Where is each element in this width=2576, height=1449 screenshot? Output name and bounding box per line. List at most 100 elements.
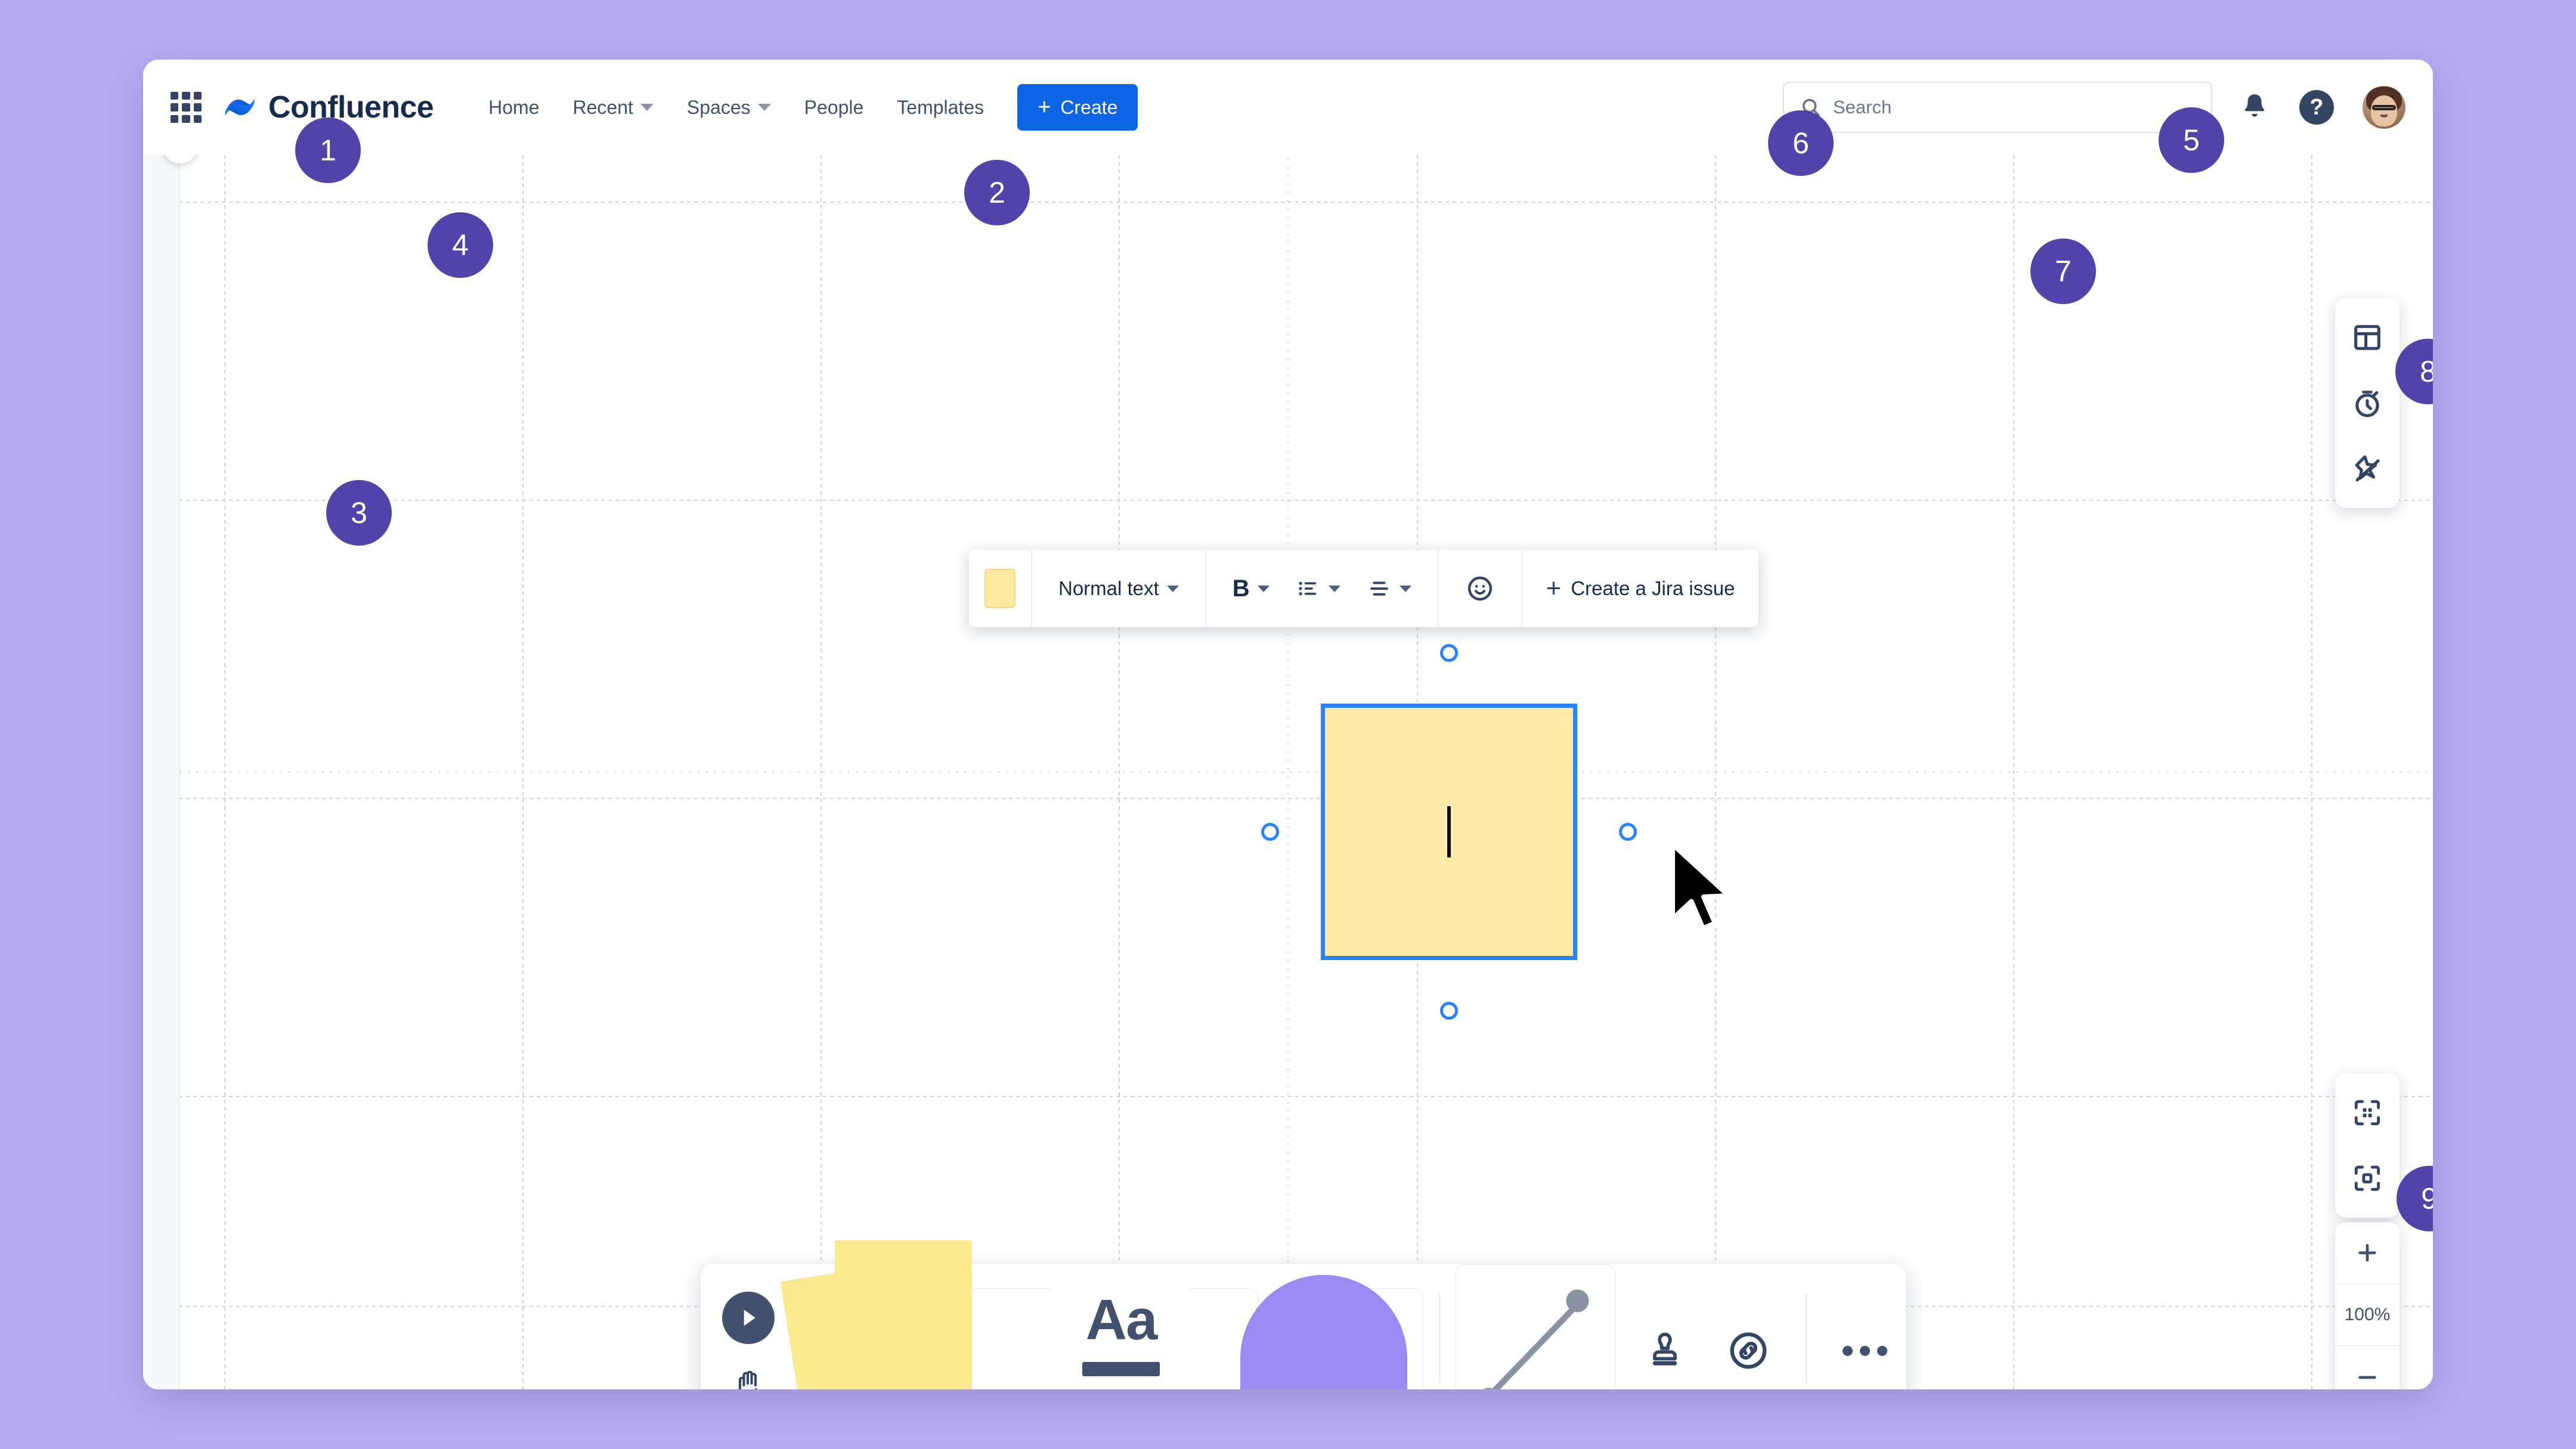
toolbar-section-format: B: [1206, 550, 1439, 627]
create-button-label: Create: [1060, 96, 1118, 118]
search-input[interactable]: Search: [1783, 82, 2212, 133]
search-placeholder: Search: [1833, 97, 1892, 117]
right-tool-panel-view: [2335, 1073, 2399, 1218]
zoom-in-button[interactable]: [2335, 1222, 2399, 1284]
text-underline-bar: [1082, 1362, 1160, 1376]
align-center-icon: [1370, 581, 1388, 596]
text-aa-glyph: Aa: [1085, 1288, 1158, 1352]
callout-badge-2: 2: [964, 160, 1030, 225]
toolbar-section-jira: + Create a Jira issue: [1522, 550, 1759, 627]
bold-button[interactable]: B: [1222, 563, 1280, 614]
create-button[interactable]: + Create: [1017, 84, 1138, 131]
help-icon[interactable]: ?: [2299, 90, 2334, 125]
top-nav-right-group: Search ?: [1783, 82, 2405, 133]
zoom-to-selection-icon: [2354, 1165, 2380, 1191]
resize-handle-bottom[interactable]: [1440, 1002, 1458, 1020]
timer-button[interactable]: [2340, 376, 2395, 431]
link-icon: [1730, 1332, 1767, 1369]
primary-nav: Home Recent Spaces People Templates: [472, 97, 1001, 119]
chevron-down-icon: [1328, 585, 1340, 592]
hand-pan-tool[interactable]: [730, 1366, 766, 1389]
line-connector-icon: [1484, 1289, 1589, 1389]
minus-icon: [2358, 1376, 2376, 1379]
canvas-gridlines: [143, 155, 2433, 1389]
text-caret: [1447, 806, 1451, 857]
zoom-to-selection-button[interactable]: [2340, 1151, 2395, 1206]
text-style-dropdown[interactable]: Normal text: [1048, 563, 1190, 614]
callout-badge-4: 4: [428, 212, 493, 278]
sticky-note[interactable]: [1321, 704, 1577, 960]
zoom-level-label[interactable]: 100%: [2335, 1284, 2399, 1346]
app-switcher-icon[interactable]: [171, 92, 202, 123]
pointer-tools-group: [701, 1264, 796, 1389]
text-style-label: Normal text: [1058, 577, 1159, 599]
toolbar-section-color: [969, 550, 1032, 627]
callout-badge-6: 6: [1768, 110, 1834, 176]
plus-icon: [2358, 1244, 2376, 1262]
divider: [1439, 1294, 1441, 1383]
magic-wand-button[interactable]: [2340, 441, 2395, 496]
create-jira-issue-label: Create a Jira issue: [1571, 577, 1735, 599]
link-tool[interactable]: [1707, 1288, 1790, 1389]
nav-item-people[interactable]: People: [788, 97, 881, 119]
right-tool-panel-top: [2335, 298, 2399, 508]
nav-item-label: People: [804, 96, 864, 118]
select-cursor-tool[interactable]: [722, 1292, 775, 1344]
dot: [1877, 1345, 1887, 1356]
fill-color-swatch[interactable]: [984, 569, 1015, 608]
resize-handle-top[interactable]: [1440, 644, 1458, 662]
more-tools-button[interactable]: [1823, 1288, 1906, 1389]
help-glyph: ?: [2309, 94, 2324, 120]
nav-item-recent[interactable]: Recent: [556, 97, 670, 119]
fit-to-screen-icon: [2354, 1100, 2380, 1126]
toolbar-section-textstyle: Normal text: [1032, 550, 1206, 627]
toolbar-section-emoji: [1439, 550, 1522, 627]
sticky-note-tool[interactable]: [796, 1288, 933, 1389]
plus-icon: +: [1038, 95, 1051, 120]
nav-item-spaces[interactable]: Spaces: [670, 97, 788, 119]
bell-glyph: [2244, 94, 2265, 117]
dot: [1842, 1345, 1853, 1356]
nav-item-label: Home: [488, 96, 540, 118]
nav-item-home[interactable]: Home: [472, 97, 556, 119]
top-navigation-bar: Confluence Home Recent Spaces People Tem…: [143, 60, 2433, 155]
chevron-down-icon: [1399, 585, 1411, 592]
fit-to-screen-button[interactable]: [2340, 1085, 2395, 1140]
smiley-emoji-icon: [1467, 576, 1492, 601]
bulleted-list-icon: [1299, 581, 1316, 596]
callout-badge-5: 5: [2159, 107, 2224, 173]
create-jira-issue-button[interactable]: + Create a Jira issue: [1538, 574, 1744, 603]
stamp-icon: [1652, 1332, 1677, 1366]
chevron-down-icon: [1257, 585, 1270, 592]
cursor-arrow-icon: [744, 1309, 756, 1326]
divider: [1806, 1294, 1807, 1383]
emoji-button[interactable]: [1454, 563, 1506, 614]
nav-item-templates[interactable]: Templates: [880, 97, 1001, 119]
user-avatar[interactable]: [2363, 86, 2405, 129]
nav-item-label: Templates: [897, 96, 984, 118]
confluence-whiteboard-window: Confluence Home Recent Spaces People Tem…: [143, 60, 2433, 1389]
selected-sticky-note-group: [1261, 644, 1637, 1020]
whiteboard-canvas[interactable]: [143, 155, 2433, 1389]
nav-item-label: Spaces: [686, 96, 751, 118]
hand-icon: [739, 1370, 757, 1389]
text-tool-preview[interactable]: Aa: [1052, 1264, 1190, 1389]
zoom-out-button[interactable]: [2335, 1346, 2399, 1389]
template-layout-icon: [2354, 325, 2380, 350]
text-align-button[interactable]: [1356, 563, 1422, 614]
nav-item-label: Recent: [572, 96, 633, 118]
chevron-down-icon: [1166, 585, 1179, 592]
confluence-mark-icon: [225, 98, 255, 116]
resize-handle-right[interactable]: [1619, 823, 1637, 841]
notifications-bell-icon[interactable]: [2238, 90, 2271, 125]
brand-name: Confluence: [268, 90, 434, 125]
chevron-down-icon: [640, 104, 654, 111]
line-tool-preview[interactable]: [1455, 1264, 1616, 1389]
templates-button[interactable]: [2340, 310, 2395, 365]
list-button[interactable]: [1285, 563, 1351, 614]
resize-handle-left[interactable]: [1261, 823, 1279, 841]
callout-badge-3: 3: [326, 480, 392, 546]
stamp-tool[interactable]: [1623, 1288, 1707, 1389]
floating-text-toolbar: Normal text B + Create a Jira issue: [969, 550, 1759, 627]
magic-star-icon: [2355, 455, 2380, 482]
